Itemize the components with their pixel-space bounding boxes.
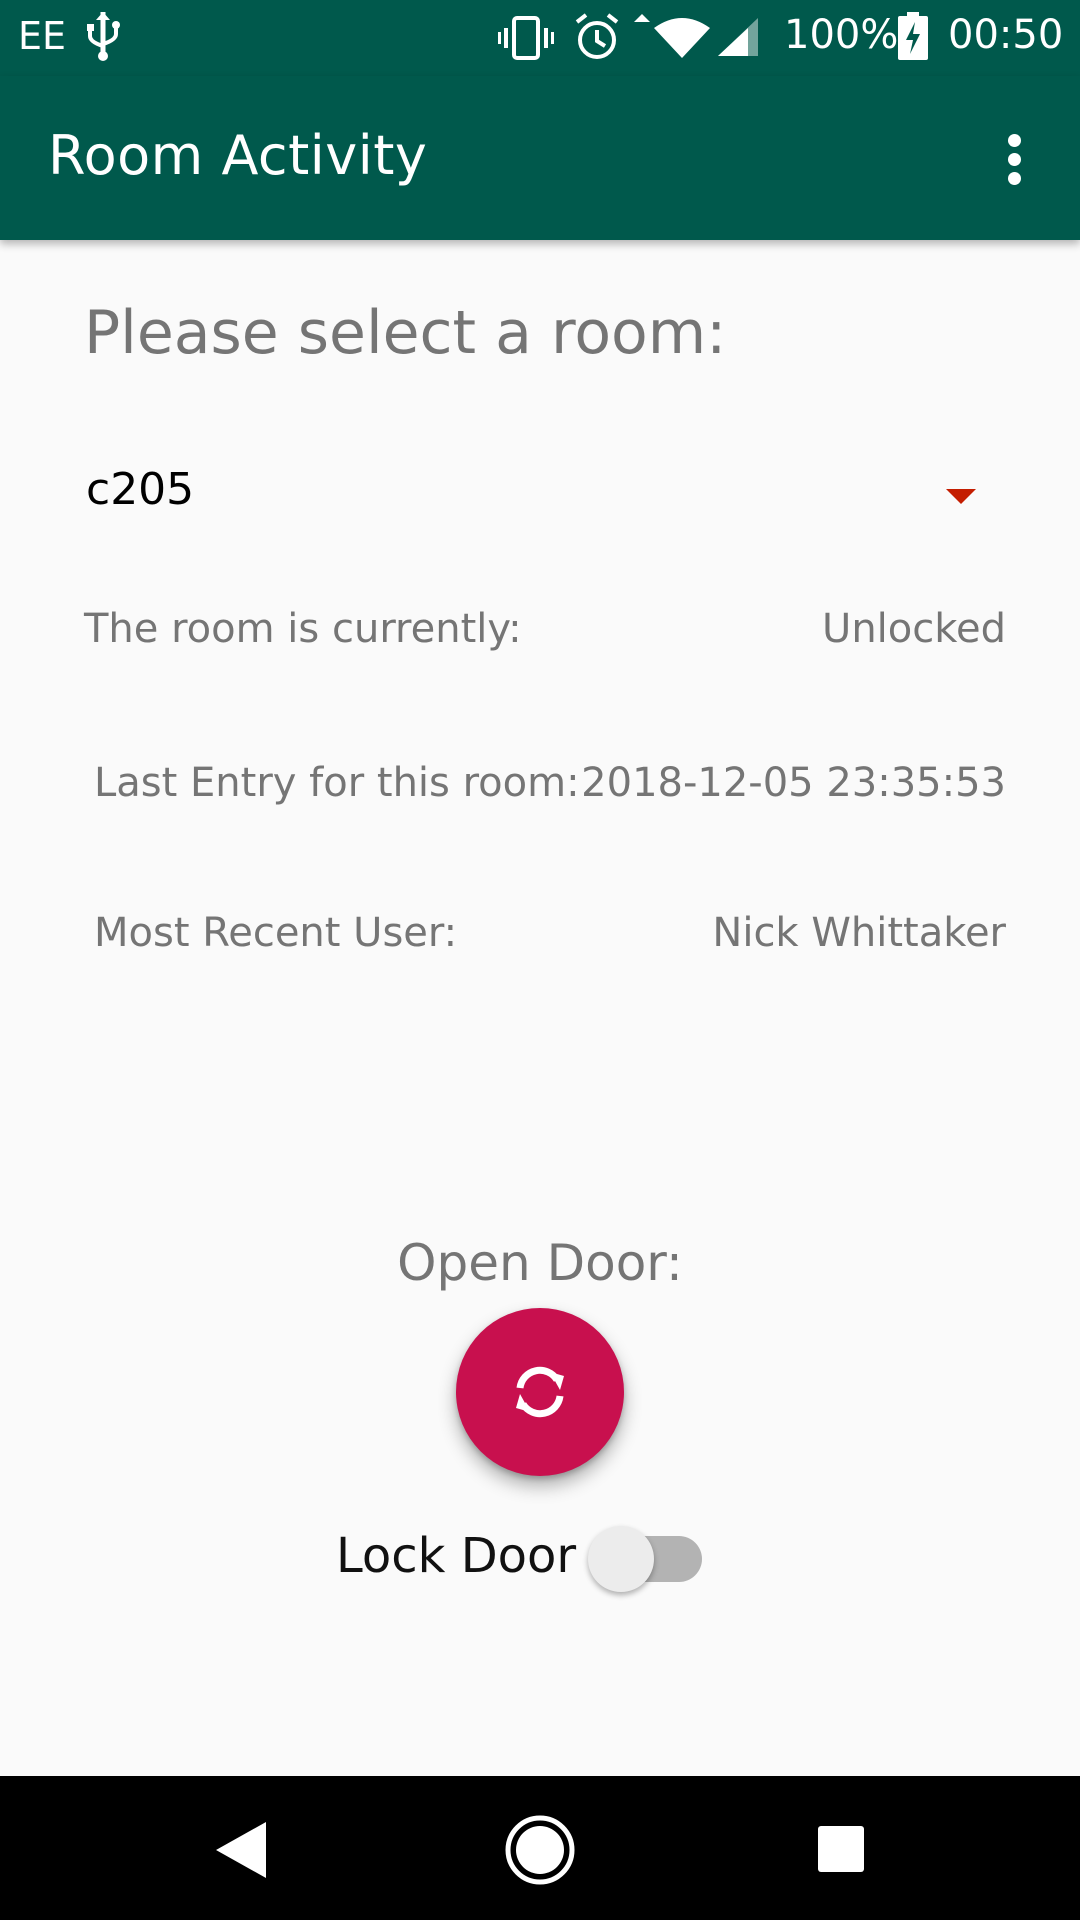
carrier-label: EE bbox=[18, 14, 67, 58]
clock: 00:50 bbox=[948, 12, 1064, 58]
wifi-icon bbox=[634, 14, 710, 58]
battery-charging-icon bbox=[898, 12, 928, 60]
home-icon[interactable] bbox=[503, 1813, 577, 1887]
usb-icon bbox=[87, 12, 120, 61]
select-room-prompt: Please select a room: bbox=[84, 298, 727, 368]
lock-door-switch[interactable] bbox=[588, 1526, 708, 1592]
room-status-value: Unlocked bbox=[822, 606, 1006, 652]
recent-user-label: Most Recent User: bbox=[94, 910, 458, 956]
battery-percent: 100% bbox=[784, 12, 899, 58]
switch-thumb[interactable] bbox=[588, 1526, 654, 1592]
alarm-icon bbox=[575, 13, 619, 59]
app-bar: Room Activity bbox=[0, 76, 1080, 240]
sync-icon bbox=[516, 1366, 564, 1418]
open-door-label: Open Door: bbox=[397, 1234, 683, 1292]
room-spinner-value: c205 bbox=[86, 464, 195, 515]
recent-user-value: Nick Whittaker bbox=[712, 910, 1006, 956]
open-door-button[interactable] bbox=[456, 1308, 624, 1476]
back-icon[interactable] bbox=[212, 1820, 270, 1880]
signal-icon bbox=[718, 18, 758, 56]
dropdown-arrow-icon bbox=[946, 489, 976, 504]
page-title: Room Activity bbox=[48, 124, 428, 187]
recents-icon[interactable] bbox=[818, 1826, 864, 1872]
room-status-label: The room is currently: bbox=[84, 606, 522, 652]
lock-door-label: Lock Door bbox=[336, 1528, 577, 1584]
status-bar: EE 100% 00:50 bbox=[0, 0, 1080, 76]
more-vert-icon[interactable] bbox=[990, 130, 1038, 190]
last-entry-value: 2018-12-05 23:35:53 bbox=[581, 760, 1006, 806]
last-entry-label: Last Entry for this room: bbox=[94, 760, 580, 806]
room-spinner[interactable]: c205 bbox=[60, 450, 1000, 540]
vibrate-icon bbox=[498, 16, 554, 60]
